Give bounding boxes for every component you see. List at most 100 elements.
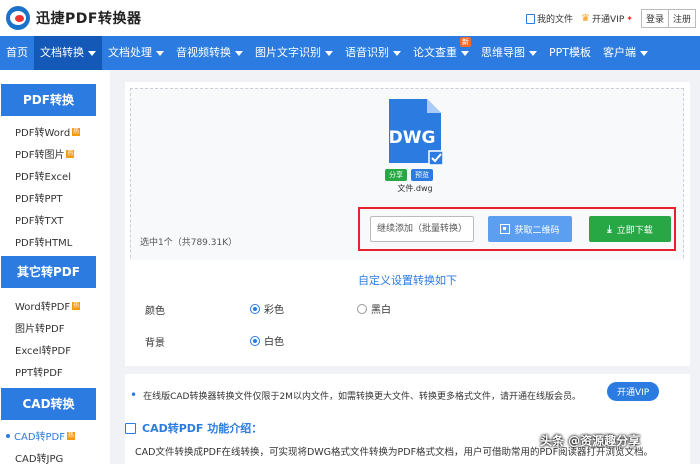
sidebar-item-label: PDF转TXT <box>15 216 64 227</box>
radio-label: 白色 <box>264 337 284 348</box>
sidebar-item-word-to-pdf[interactable]: Word转PDF 热 <box>15 298 81 313</box>
open-vip-label: 开通VIP <box>592 15 625 25</box>
nav-label: 论文查重 <box>413 46 457 59</box>
watermark: 头条 @资源趣分享 <box>540 434 641 448</box>
nav-label: 图片文字识别 <box>255 46 321 59</box>
sidebar-item-label: PDF转Excel <box>15 172 71 183</box>
open-vip-button[interactable]: 开通VIP <box>607 382 660 401</box>
my-files-link[interactable]: 我的文件 <box>526 12 573 25</box>
background-option-white[interactable]: 白色 <box>250 333 284 348</box>
sidebar-item-pdf-to-ppt[interactable]: PDF转PPT <box>15 190 63 205</box>
notice-message: 在线版CAD转换器转换文件仅限于2M以内文件，如需转换更大文件、转换更多格式文件… <box>143 391 581 402</box>
background-label: 背景 <box>145 338 165 349</box>
sidebar-item-pdf-to-html[interactable]: PDF转HTML <box>15 234 72 249</box>
sidebar-item-ppt-to-pdf[interactable]: PPT转PDF <box>15 364 63 379</box>
sidebar-item-label: CAD转PDF <box>14 432 66 443</box>
color-label: 颜色 <box>145 306 165 317</box>
bullet-icon: • <box>130 388 138 402</box>
radio-label: 黑白 <box>371 305 391 316</box>
sidebar-item-pdf-to-excel[interactable]: PDF转Excel <box>15 168 71 183</box>
notice-section: • 在线版CAD转换器转换文件仅限于2M以内文件，如需转换更大文件、转换更多格式… <box>125 374 690 464</box>
nav-mindmap[interactable]: 思维导图 <box>475 36 543 70</box>
nav-av-convert[interactable]: 音视频转换 <box>170 36 249 70</box>
caret-down-icon <box>88 50 96 56</box>
preview-badge[interactable]: 预览 <box>411 169 433 181</box>
nav-label: 首页 <box>6 46 28 59</box>
color-option-color[interactable]: 彩色 <box>250 301 284 316</box>
settings-title: 自定义设置转换如下 <box>358 274 457 287</box>
sidebar-item-cad-to-pdf[interactable]: CAD转PDF 热 <box>6 428 76 443</box>
sidebar-item-label: Excel转PDF <box>15 346 71 357</box>
hot-mark-icon: ✦ <box>626 14 633 23</box>
sidebar-item-pdf-to-txt[interactable]: PDF转TXT <box>15 212 63 227</box>
login-button[interactable]: 登录 <box>642 10 668 27</box>
document-icon <box>125 422 136 434</box>
qr-code-button[interactable]: 获取二维码 <box>488 216 572 242</box>
nav-paper-check[interactable]: 论文查重新 <box>407 36 475 70</box>
sidebar-section-to-pdf: 其它转PDF <box>1 256 96 288</box>
sidebar-section-pdf: PDF转换 <box>1 84 96 116</box>
nav-ocr[interactable]: 图片文字识别 <box>249 36 339 70</box>
sidebar-item-pdf-to-word[interactable]: PDF转Word 热 <box>15 124 81 139</box>
hot-tag-icon: 热 <box>72 301 81 310</box>
document-icon <box>526 13 536 24</box>
caret-down-icon <box>325 50 333 56</box>
sidebar-item-label: 图片转PDF <box>15 324 65 335</box>
file-badges: 分享 预览 <box>385 169 433 181</box>
sidebar-item-label: PDF转PPT <box>15 194 63 205</box>
dwg-file-icon: DWG <box>389 99 444 166</box>
qr-code-label: 获取二维码 <box>514 225 560 236</box>
nav-doc-process[interactable]: 文档处理 <box>102 36 170 70</box>
sidebar-item-label: CAD转JPG <box>15 454 64 464</box>
sidebar: PDF转换 PDF转Word 热 PDF转图片热 PDF转Excel PDF转PP… <box>0 70 110 464</box>
brand-name: 迅捷PDF转换器 <box>36 11 142 27</box>
brand-logo[interactable]: 迅捷PDF转换器 <box>6 6 141 30</box>
main-nav: 首页 文档转换 文档处理 音视频转换 图片文字识别 语音识别 论文查重新 思维导… <box>0 36 700 70</box>
color-option-bw[interactable]: 黑白 <box>357 301 391 316</box>
main-content: DWG 分享 预览 文件.dwg 选中1个（共789.31K） 继续添加（批量转… <box>110 70 700 464</box>
hot-tag-icon: 热 <box>72 127 81 136</box>
crown-icon: ♛ <box>581 13 591 24</box>
header-actions: 我的文件 ♛ 开通VIP ✦ 登录 注册 <box>526 9 696 28</box>
caret-down-icon <box>393 50 401 56</box>
caret-down-icon <box>529 50 537 56</box>
share-badge[interactable]: 分享 <box>385 169 407 181</box>
settings-card: 自定义设置转换如下 颜色 彩色 黑白 背景 白色 <box>125 260 690 366</box>
selection-info: 选中1个（共789.31K） <box>140 238 238 248</box>
download-button[interactable]: ⤓ 立即下载 <box>589 216 671 242</box>
file-name: 文件.dwg <box>397 184 433 193</box>
sidebar-item-excel-to-pdf[interactable]: Excel转PDF <box>15 342 71 357</box>
caret-down-icon <box>461 50 469 56</box>
nav-home[interactable]: 首页 <box>0 36 34 70</box>
caret-down-icon <box>235 50 243 56</box>
nav-client[interactable]: 客户端 <box>597 36 654 70</box>
radio-checked-icon <box>250 335 260 346</box>
nav-ppt-template[interactable]: PPT模板 <box>543 36 597 70</box>
nav-label: 音视频转换 <box>176 46 231 59</box>
file-dropzone[interactable]: DWG 分享 预览 文件.dwg <box>130 88 684 283</box>
radio-unchecked-icon <box>357 303 367 314</box>
feature-title: CAD转PDF 功能介绍： <box>125 420 262 436</box>
radio-label: 彩色 <box>264 305 284 316</box>
qr-code-icon <box>500 224 511 234</box>
notice-text: • 在线版CAD转换器转换文件仅限于2M以内文件，如需转换更大文件、转换更多格式… <box>130 388 581 402</box>
nav-label: 客户端 <box>603 46 636 59</box>
register-button[interactable]: 注册 <box>667 10 695 27</box>
nav-label: 语音识别 <box>345 46 389 59</box>
sidebar-item-label: Word转PDF <box>15 302 71 313</box>
sidebar-item-image-to-pdf[interactable]: 图片转PDF <box>15 320 64 335</box>
nav-doc-convert[interactable]: 文档转换 <box>34 36 102 70</box>
nav-label: PPT模板 <box>549 46 591 59</box>
brand-logo-icon <box>6 6 30 30</box>
sidebar-item-cad-to-jpg[interactable]: CAD转JPG <box>15 450 63 464</box>
open-vip-link[interactable]: ♛ 开通VIP ✦ <box>581 12 633 25</box>
sidebar-item-pdf-to-image[interactable]: PDF转图片热 <box>15 146 75 161</box>
my-files-label: 我的文件 <box>537 15 574 25</box>
nav-speech[interactable]: 语音识别 <box>339 36 407 70</box>
top-header: 迅捷PDF转换器 我的文件 ♛ 开通VIP ✦ 登录 注册 <box>0 0 700 36</box>
sidebar-item-label: PDF转图片 <box>15 150 65 161</box>
add-more-button[interactable]: 继续添加（批量转换） <box>370 216 474 242</box>
sidebar-section-cad: CAD转换 <box>1 388 96 420</box>
caret-down-icon <box>156 50 164 56</box>
radio-checked-icon <box>250 303 260 314</box>
